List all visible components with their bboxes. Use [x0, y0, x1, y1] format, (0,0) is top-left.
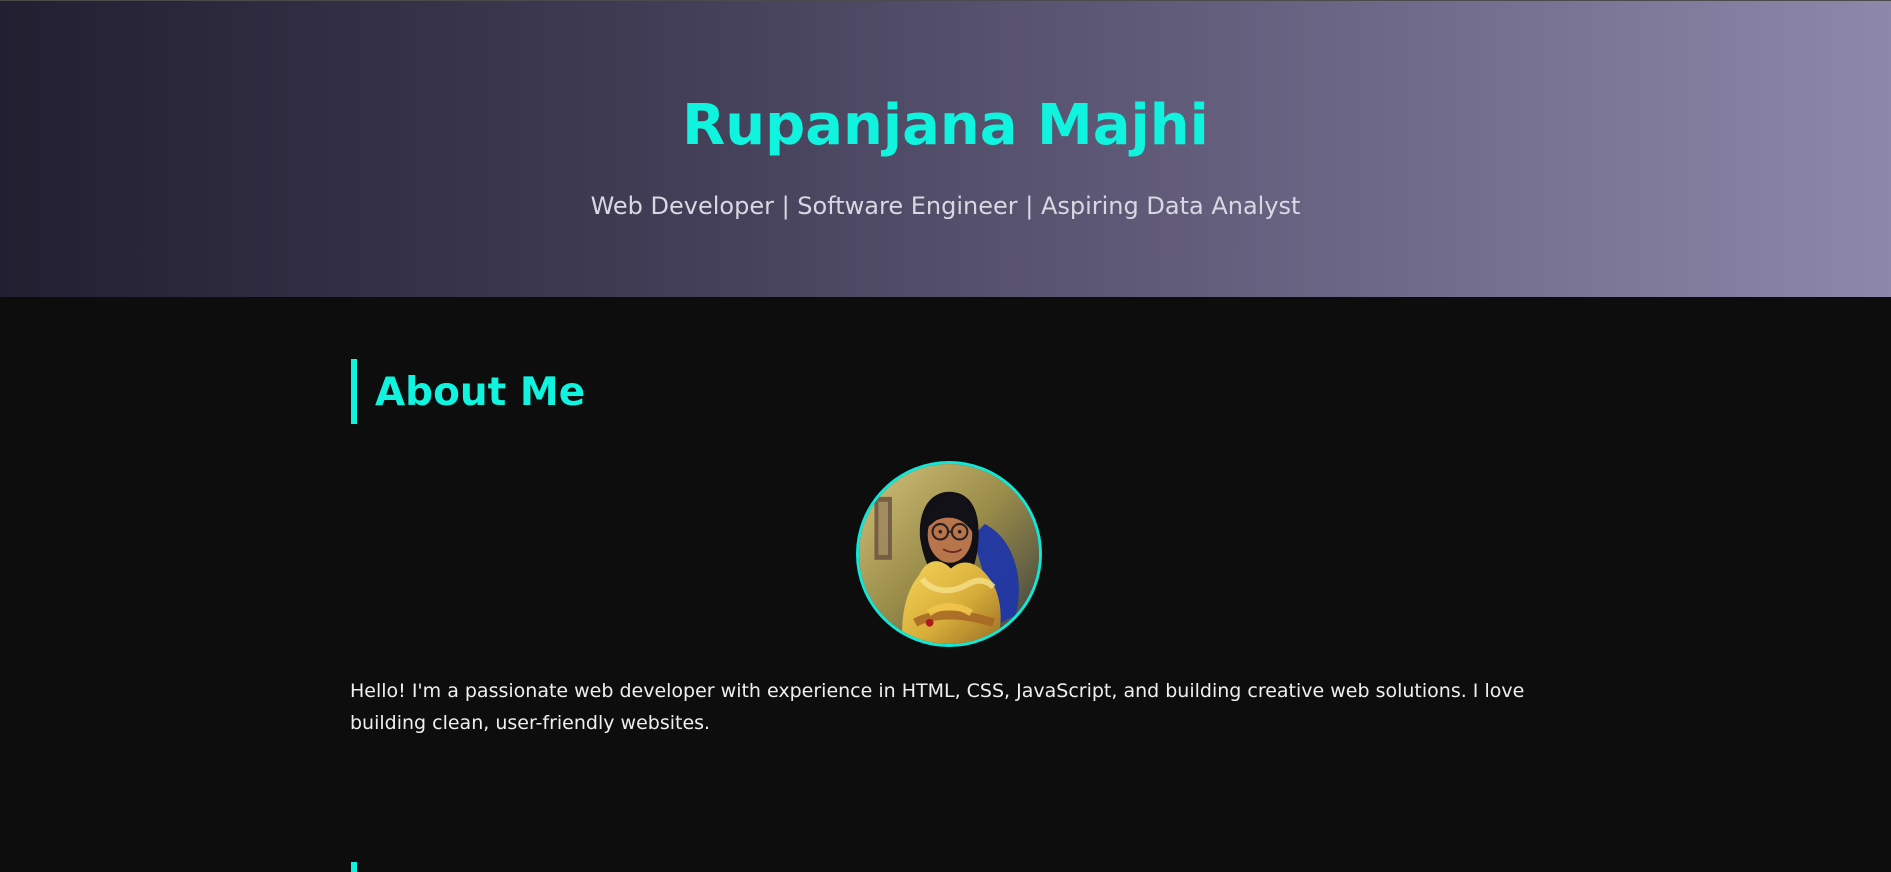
next-section-accent-bar [351, 862, 357, 872]
profile-photo-illustration [859, 464, 1039, 644]
about-description: Hello! I'm a passionate web developer wi… [350, 680, 1525, 734]
hero-header: Rupanjana Majhi Web Developer | Software… [0, 0, 1891, 297]
profile-avatar [856, 461, 1042, 647]
about-heading: About Me [375, 370, 586, 415]
page-title: Rupanjana Majhi [682, 93, 1209, 158]
hero-subtitle: Web Developer | Software Engineer | Aspi… [590, 192, 1301, 220]
portfolio-page: Rupanjana Majhi Web Developer | Software… [0, 0, 1891, 872]
section-accent-bar [351, 359, 357, 424]
